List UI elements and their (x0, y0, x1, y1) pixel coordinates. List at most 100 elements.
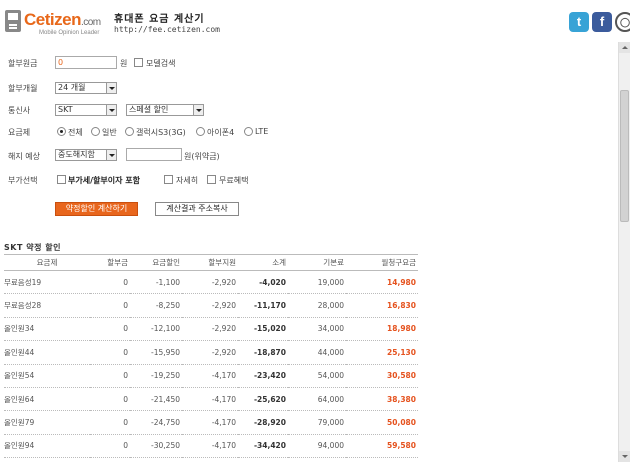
col-fee-discount: 요금할인 (130, 254, 182, 271)
cell-monthly-fee: 38,380 (346, 387, 418, 412)
cell-fee-discount: -19,250 (130, 364, 182, 388)
installment-input[interactable]: 0 (55, 56, 117, 69)
twitter-icon[interactable]: t (569, 12, 589, 32)
cell-subtotal: -23,420 (238, 364, 288, 388)
cell-support: -2,920 (182, 293, 238, 318)
model-search-label: 모델검색 (146, 59, 176, 68)
cell-fee-discount: -24,750 (130, 410, 182, 435)
table-row: 올인원94 0 -30,250 -4,170 -34,420 94,000 59,580 (4, 434, 418, 459)
page-url[interactable]: http://fee.cetizen.com (114, 25, 220, 34)
scroll-up-arrow-icon[interactable] (619, 42, 630, 53)
col-support: 할부지원 (182, 254, 238, 271)
col-monthly: 월청구요금 (346, 254, 418, 271)
cetizen-logo[interactable]: Cetizen.com Mobile Opinion Leader (5, 8, 101, 38)
penalty-input[interactable] (126, 148, 182, 161)
cell-subtotal: -11,170 (238, 293, 288, 318)
cell-support: -4,170 (182, 364, 238, 388)
facebook-icon[interactable]: f (592, 12, 612, 32)
col-base-fee: 기본료 (288, 254, 346, 271)
vat-option: 부가세/할부이자 포함 (68, 176, 140, 185)
calculate-button[interactable]: 약정할인 계산하기 (55, 202, 138, 216)
plan-option-galaxy: 갤럭시S3(3G) (136, 128, 186, 137)
cell-base-fee: 44,000 (288, 340, 346, 365)
detail-checkbox[interactable] (164, 175, 173, 184)
scroll-thumb[interactable] (620, 90, 629, 222)
plan-radio-iphone[interactable] (196, 127, 205, 136)
scroll-down-arrow-icon[interactable] (619, 451, 630, 462)
extra-label: 부가선택 (8, 176, 38, 185)
cell-monthly-fee: 16,830 (346, 293, 418, 318)
plan-radio-lte[interactable] (244, 127, 253, 136)
installment-unit: 원 (120, 59, 128, 68)
plan-radio-normal[interactable] (91, 127, 100, 136)
cell-subtotal: -34,420 (238, 434, 288, 459)
plan-radio-galaxy[interactable] (125, 127, 134, 136)
chevron-down-icon (106, 105, 116, 115)
cell-installment: 0 (90, 270, 130, 295)
cell-fee-discount: -8,250 (130, 293, 182, 318)
vat-checkbox[interactable] (57, 175, 66, 184)
cell-plan-name: 올인원94 (4, 434, 90, 459)
plan-option-all: 전체 (68, 128, 83, 137)
discount-select[interactable]: 스페셜 할인 (126, 104, 204, 116)
detail-option: 자세히 (176, 176, 199, 185)
cell-base-fee: 34,000 (288, 317, 346, 342)
cell-support: -4,170 (182, 434, 238, 459)
copy-url-button[interactable]: 계산결과 주소복사 (155, 202, 239, 216)
cell-plan-name: 무료음성28 (4, 293, 90, 318)
cancel-value: 중도해지함 (58, 150, 95, 159)
cell-base-fee: 64,000 (288, 387, 346, 412)
cell-base-fee: 54,000 (288, 364, 346, 388)
discount-value: 스페셜 할인 (129, 105, 169, 114)
free-benefit-checkbox[interactable] (207, 175, 216, 184)
cell-plan-name: 무료음성19 (4, 270, 90, 295)
cell-base-fee: 79,000 (288, 410, 346, 435)
cell-plan-name: 올인원34 (4, 317, 90, 342)
cell-plan-name: 올인원64 (4, 387, 90, 412)
months-label: 할부개월 (8, 84, 38, 93)
cancel-label: 해지 예상 (8, 152, 40, 161)
cell-support: -2,920 (182, 270, 238, 295)
table-row: 무료음성28 0 -8,250 -2,920 -11,170 28,000 16,830 (4, 293, 418, 318)
talk-icon[interactable]: ◯ (615, 12, 630, 32)
cell-support: -2,920 (182, 340, 238, 365)
table-row: 올인원44 0 -15,950 -2,920 -18,870 44,000 25,130 (4, 340, 418, 365)
cell-installment: 0 (90, 434, 130, 459)
vertical-scrollbar[interactable] (618, 42, 630, 462)
cell-support: -4,170 (182, 410, 238, 435)
cell-subtotal: -25,620 (238, 387, 288, 412)
cell-fee-discount: -21,450 (130, 387, 182, 412)
cell-monthly-fee: 25,130 (346, 340, 418, 365)
cell-plan-name: 올인원79 (4, 410, 90, 435)
discount-table: 요금제 할부금 요금할인 할부지원 소계 기본료 월청구요금 무료음성19 0 -1… (4, 254, 418, 459)
plan-option-lte: LTE (255, 127, 269, 136)
cell-base-fee: 19,000 (288, 270, 346, 295)
cell-support: -4,170 (182, 387, 238, 412)
chevron-down-icon (193, 105, 203, 115)
chevron-down-icon (106, 150, 116, 160)
table-row: 올인원79 0 -24,750 -4,170 -28,920 79,000 50,080 (4, 410, 418, 435)
col-plan: 요금제 (4, 254, 90, 271)
cell-monthly-fee: 30,580 (346, 364, 418, 388)
phone-logo-icon (5, 10, 21, 32)
cancel-select[interactable]: 중도해지함 (55, 149, 117, 161)
cell-fee-discount: -12,100 (130, 317, 182, 342)
months-select[interactable]: 24 개월 (55, 82, 117, 94)
model-search-checkbox[interactable] (134, 58, 143, 67)
carrier-select[interactable]: SKT (55, 104, 117, 116)
logo-tld: .com (80, 17, 101, 28)
cell-installment: 0 (90, 387, 130, 412)
cell-monthly-fee: 59,580 (346, 434, 418, 459)
table-row: 올인원34 0 -12,100 -2,920 -15,020 34,000 18,980 (4, 317, 418, 342)
cell-support: -2,920 (182, 317, 238, 342)
plan-option-normal: 일반 (102, 128, 117, 137)
logo-tagline: Mobile Opinion Leader (39, 30, 100, 36)
cell-plan-name: 올인원54 (4, 364, 90, 388)
cell-base-fee: 28,000 (288, 293, 346, 318)
plan-radio-all[interactable] (57, 127, 66, 136)
cell-subtotal: -18,870 (238, 340, 288, 365)
installment-label: 할부원금 (8, 59, 38, 68)
table-row: 무료음성19 0 -1,100 -2,920 -4,020 19,000 14,980 (4, 270, 418, 295)
cell-subtotal: -28,920 (238, 410, 288, 435)
cell-plan-name: 올인원44 (4, 340, 90, 365)
